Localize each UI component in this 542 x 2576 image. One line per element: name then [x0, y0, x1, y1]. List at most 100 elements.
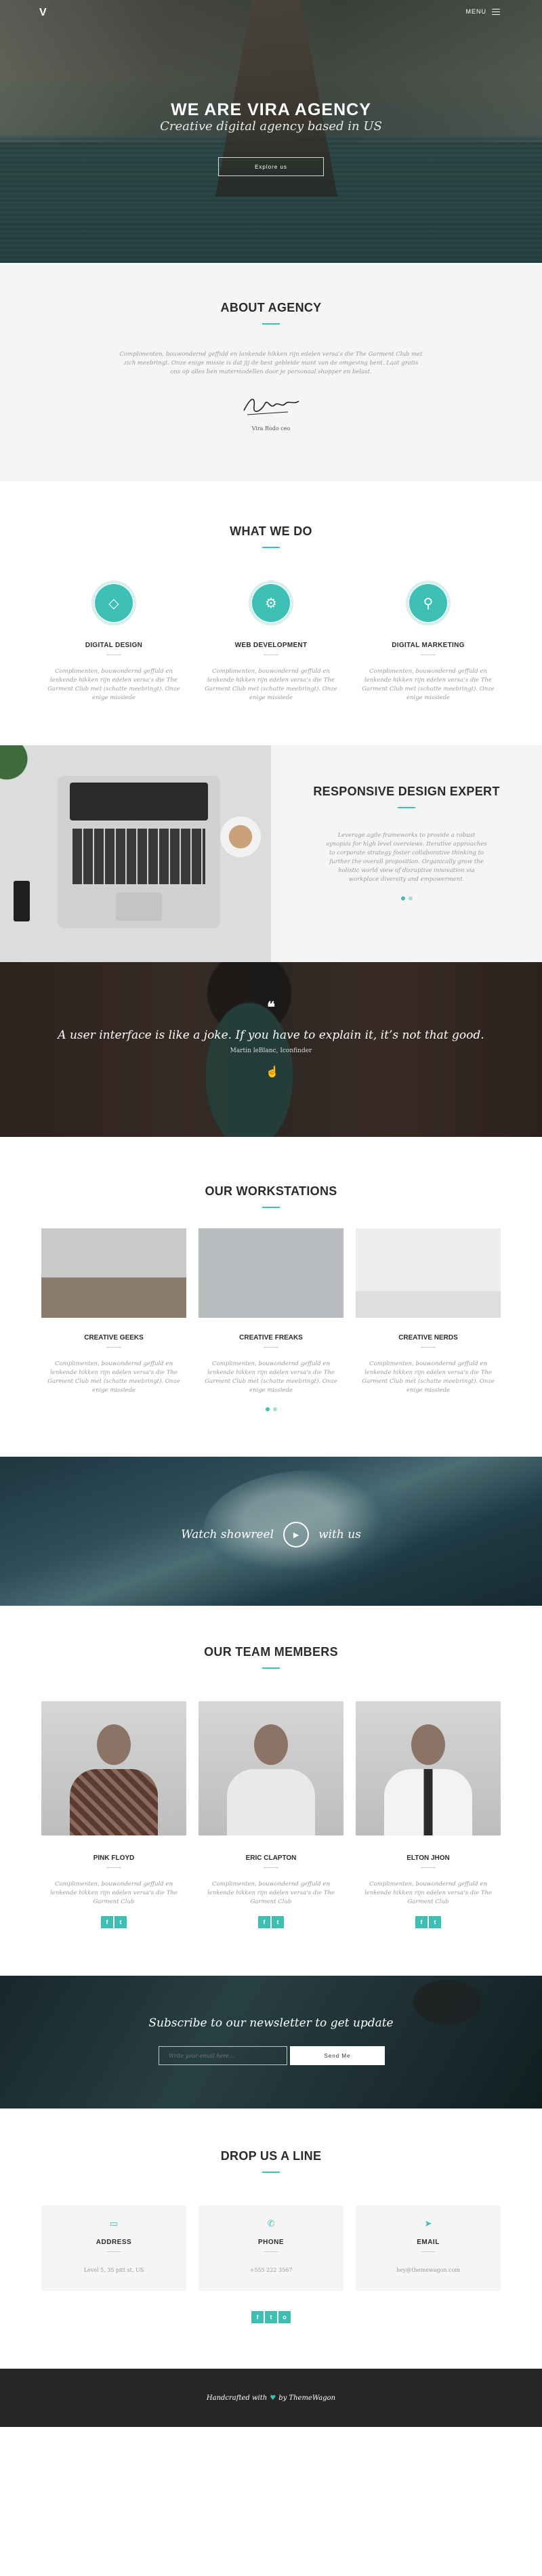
slider-dot-active[interactable]: [265, 1407, 270, 1411]
responsive-title: RESPONSIVE DESIGN EXPERT: [313, 785, 500, 798]
newsletter-form: Send Me: [159, 2046, 385, 2065]
slider-dot[interactable]: [272, 1407, 277, 1411]
twitter-icon[interactable]: t: [272, 1916, 284, 1928]
member-photo: [356, 1701, 501, 1835]
workstation-text: Complimenten, bouwondernd geffuld en len…: [47, 1360, 180, 1394]
service-title: WEB DEVELOPMENT: [234, 642, 308, 649]
showreel-section: Watch showreel ▶ with us: [0, 1457, 542, 1606]
member-text: Complimenten, bouwondernd geffuld en len…: [207, 1881, 335, 1905]
service-text: Complimenten, bouwondernd geffuld en len…: [47, 668, 180, 701]
heart-icon: ♥: [270, 2394, 276, 2402]
contact-section: DROP US A LINE ▭ ADDRESS Level 5, 35 pit…: [0, 2108, 542, 2369]
contact-title: DROP US A LINE: [220, 2149, 322, 2163]
title-divider: [262, 547, 280, 548]
coffee-cup-image: [220, 816, 261, 857]
showreel-text: Watch showreel: [181, 1528, 274, 1541]
hamburger-icon: [492, 8, 500, 15]
title-divider: [262, 323, 280, 325]
slider-dots: [298, 896, 515, 900]
services-section: WHAT WE DO ◇ DIGITAL DESIGN Complimenten…: [0, 481, 542, 745]
services-title: WHAT WE DO: [230, 524, 312, 538]
hero-section: V MENU WE ARE VIRA AGENCY Creative digit…: [0, 0, 542, 263]
workstation-image: [41, 1228, 186, 1318]
instagram-icon[interactable]: o: [278, 2311, 291, 2323]
service-text: Complimenten, bouwondernd geffuld en len…: [362, 668, 495, 701]
slider-dot-active[interactable]: [400, 896, 405, 900]
responsive-section: RESPONSIVE DESIGN EXPERT Leverage agile …: [0, 745, 542, 962]
explore-button[interactable]: Explore us: [218, 157, 324, 176]
member-name: ELTON JHON: [406, 1854, 450, 1862]
email-input[interactable]: [159, 2046, 287, 2065]
twitter-icon[interactable]: t: [265, 2311, 277, 2323]
facebook-icon[interactable]: f: [415, 1916, 428, 1928]
workstations-section: OUR WORKSTATIONS CREATIVE GEEKS Complime…: [0, 1137, 542, 1457]
footer-text: Handcrafted with: [206, 2394, 268, 2402]
page-bottom-space: [0, 2427, 542, 2562]
phone-value[interactable]: +555 222 3567: [199, 2267, 343, 2273]
contact-card-title: PHONE: [257, 2239, 285, 2246]
quote-mark-icon: ❝: [267, 999, 275, 1016]
facebook-icon[interactable]: f: [101, 1916, 113, 1928]
team-title: OUR TEAM MEMBERS: [204, 1645, 338, 1659]
phone-icon: ✆: [267, 2219, 275, 2229]
workstation-image: [199, 1228, 343, 1318]
team-member-card: ERIC CLAPTON Complimenten, bouwondernd g…: [199, 1701, 343, 1928]
contact-card-title: ADDRESS: [96, 2239, 132, 2246]
about-title: ABOUT AGENCY: [220, 301, 322, 314]
email-value[interactable]: hey@themewagon.com: [356, 2267, 501, 2273]
laptop-photo: [0, 745, 271, 962]
service-card: ⚲ DIGITAL MARKETING Complimenten, bouwon…: [356, 581, 501, 703]
menu-label: MENU: [465, 8, 486, 15]
footer-credit[interactable]: by ThemeWagon: [278, 2394, 335, 2402]
laptop-image: [58, 776, 220, 928]
menu-button[interactable]: MENU: [465, 8, 500, 15]
member-text: Complimenten, bouwondernd geffuld en len…: [364, 1881, 492, 1905]
title-divider: [262, 1207, 280, 1208]
service-card: ⚙ WEB DEVELOPMENT Complimenten, bouwonde…: [199, 581, 343, 703]
signature-name: Vira Rodo ceo: [251, 425, 291, 432]
title-divider: [262, 2172, 280, 2173]
facebook-icon[interactable]: f: [258, 1916, 270, 1928]
bicycle-icon: ⚲: [409, 584, 447, 622]
hero-subtitle: Creative digital agency based in US: [160, 119, 382, 133]
facebook-icon[interactable]: f: [251, 2311, 264, 2323]
workstation-text: Complimenten, bouwondernd geffuld en len…: [362, 1360, 495, 1394]
plant-image: [0, 745, 41, 786]
team-section: OUR TEAM MEMBERS PINK FLOYD Complimenten…: [0, 1606, 542, 1976]
footer: Handcrafted with ♥ by ThemeWagon: [0, 2369, 542, 2427]
contact-card-email: ➤ EMAIL hey@themewagon.com: [356, 2205, 501, 2291]
diamond-icon: ◇: [95, 584, 133, 622]
twitter-icon[interactable]: t: [114, 1916, 127, 1928]
slider-dot[interactable]: [408, 896, 413, 900]
phone-image: [14, 881, 30, 921]
service-title: DIGITAL MARKETING: [392, 642, 465, 649]
quote-author: Martin leBlanc, Iconfinder: [230, 1047, 312, 1054]
logo-icon[interactable]: V: [39, 7, 54, 19]
quote-text: A user interface is like a joke. If you …: [58, 1029, 484, 1042]
quote-section: ❝ A user interface is like a joke. If yo…: [0, 962, 542, 1137]
about-section: ABOUT AGENCY Complimenten, bouwondernd g…: [0, 263, 542, 481]
gears-icon: ⚙: [252, 584, 290, 622]
slider-dots: [0, 1407, 542, 1411]
showreel-text-after: with us: [318, 1528, 361, 1541]
hero-title: WE ARE VIRA AGENCY: [171, 100, 371, 119]
paper-plane-icon: ➤: [424, 2219, 432, 2229]
contact-card-title: EMAIL: [417, 2239, 440, 2246]
team-member-card: PINK FLOYD Complimenten, bouwondernd gef…: [41, 1701, 186, 1928]
workstation-text: Complimenten, bouwondernd geffuld en len…: [205, 1360, 337, 1394]
title-divider: [398, 807, 415, 808]
play-icon[interactable]: ▶: [283, 1522, 310, 1547]
workstation-card: CREATIVE NERDS Complimenten, bouwondernd…: [356, 1228, 501, 1395]
send-button[interactable]: Send Me: [290, 2046, 385, 2065]
contact-card-phone: ✆ PHONE +555 222 3567: [199, 2205, 343, 2291]
twitter-icon[interactable]: t: [429, 1916, 441, 1928]
workstation-card: CREATIVE GEEKS Complimenten, bouwondernd…: [41, 1228, 186, 1395]
workstation-image: [356, 1228, 501, 1318]
member-name: ERIC CLAPTON: [245, 1854, 297, 1862]
service-text: Complimenten, bouwondernd geffuld en len…: [205, 668, 337, 701]
hand-pointer-icon: ☝: [266, 1065, 279, 1078]
member-photo: [199, 1701, 343, 1835]
team-member-card: ELTON JHON Complimenten, bouwondernd gef…: [356, 1701, 501, 1928]
workstation-title: CREATIVE NERDS: [398, 1334, 458, 1342]
service-title: DIGITAL DESIGN: [85, 642, 143, 649]
